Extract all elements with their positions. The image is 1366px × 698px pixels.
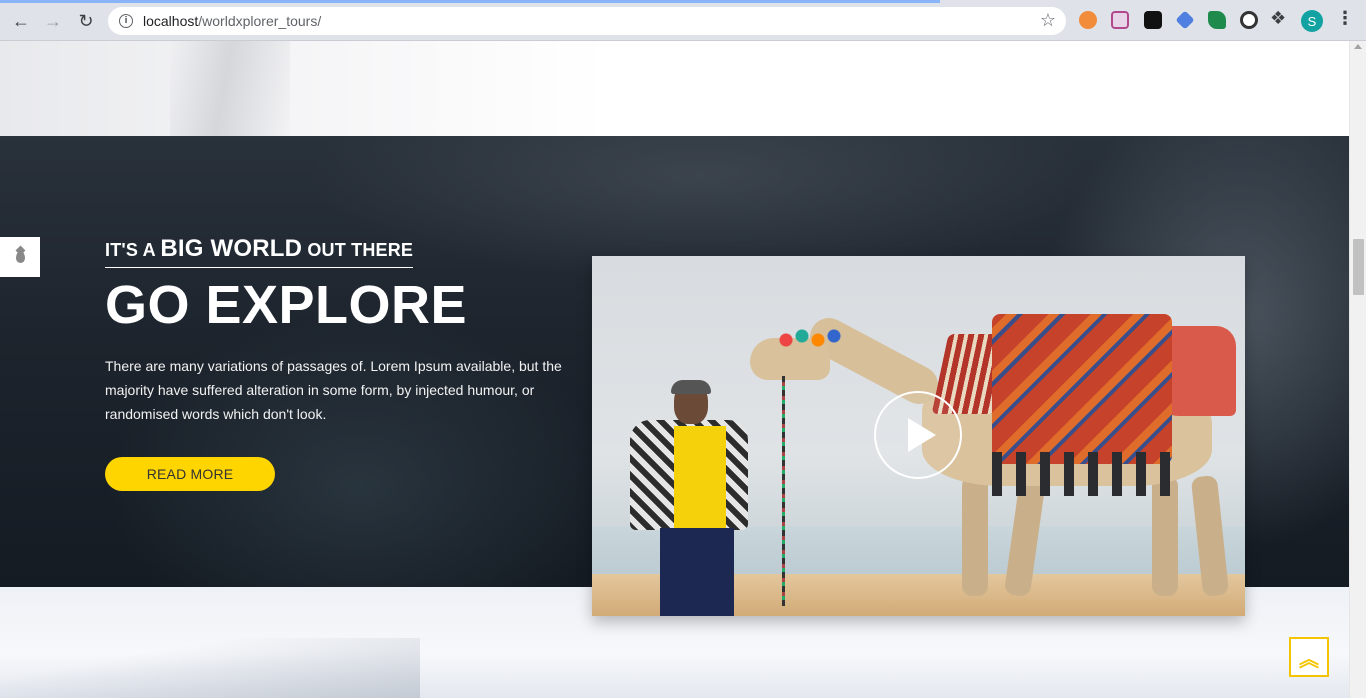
arrow-back-icon[interactable]: ← <box>9 9 33 33</box>
arrow-forward-icon[interactable]: → <box>41 9 65 33</box>
video-person <box>630 380 750 616</box>
play-icon <box>907 418 936 452</box>
read-more-button[interactable]: READ MORE <box>105 457 275 491</box>
avatar[interactable]: S <box>1301 10 1323 32</box>
camel-saddle-tassels <box>992 452 1172 496</box>
url-path: /worldxplorer_tours/ <box>198 13 322 29</box>
hero-headline: GO EXPLORE <box>105 275 468 335</box>
theme-switcher-tab[interactable] <box>0 237 40 277</box>
more-vert-icon[interactable]: ⋮ <box>1336 8 1354 29</box>
hero-kicker: IT'S A BIG WORLD OUT THERE <box>105 235 414 268</box>
site-info-icon[interactable]: i <box>119 14 133 28</box>
page-viewport: IT'S A BIG WORLD OUT THERE GO EXPLORE Th… <box>0 41 1349 698</box>
page-scrollbar[interactable] <box>1349 41 1366 698</box>
url-host: localhost <box>143 13 199 29</box>
page-load-progress-bar <box>0 0 940 3</box>
camel-saddle <box>992 314 1172 464</box>
kicker-big: BIG WORLD <box>160 235 303 262</box>
extension-chat-icon[interactable] <box>1079 11 1097 29</box>
scroll-up-arrow-icon[interactable] <box>1354 44 1362 49</box>
scrollbar-thumb[interactable] <box>1353 239 1364 295</box>
browser-toolbar: ← → ↻ i localhost/worldxplorer_tours/ ☆ … <box>0 0 1366 41</box>
puzzle-icon[interactable]: ❖ <box>1270 8 1286 29</box>
star-icon[interactable]: ☆ <box>1040 10 1056 31</box>
extension-diamond-icon[interactable] <box>1175 10 1195 30</box>
extension-leaf-icon[interactable] <box>1208 11 1226 29</box>
video-thumbnail[interactable] <box>592 256 1245 616</box>
kicker-post: OUT THERE <box>302 240 414 260</box>
drop-icon <box>15 251 25 263</box>
extension-circle-icon[interactable] <box>1240 11 1258 29</box>
mountain-background-top <box>0 41 1349 136</box>
address-bar[interactable]: i localhost/worldxplorer_tours/ ☆ <box>108 7 1066 35</box>
play-button[interactable] <box>874 391 962 479</box>
url-text[interactable]: localhost/worldxplorer_tours/ <box>143 13 321 29</box>
back-to-top-button[interactable]: ︽ <box>1289 637 1329 677</box>
double-chevron-up-icon: ︽ <box>1299 646 1319 671</box>
reload-icon[interactable]: ↻ <box>74 9 98 33</box>
kicker-pre: IT'S A <box>105 240 161 260</box>
extension-image-icon[interactable] <box>1111 11 1129 29</box>
hero-text-block: IT'S A BIG WORLD OUT THERE GO EXPLORE Th… <box>105 235 575 491</box>
camel-rope <box>782 376 785 606</box>
camel-leg <box>962 476 988 596</box>
hero-description: There are many variations of passages of… <box>105 358 562 422</box>
camel-head-tassels <box>776 326 846 362</box>
extension-lock-icon[interactable] <box>1144 11 1162 29</box>
